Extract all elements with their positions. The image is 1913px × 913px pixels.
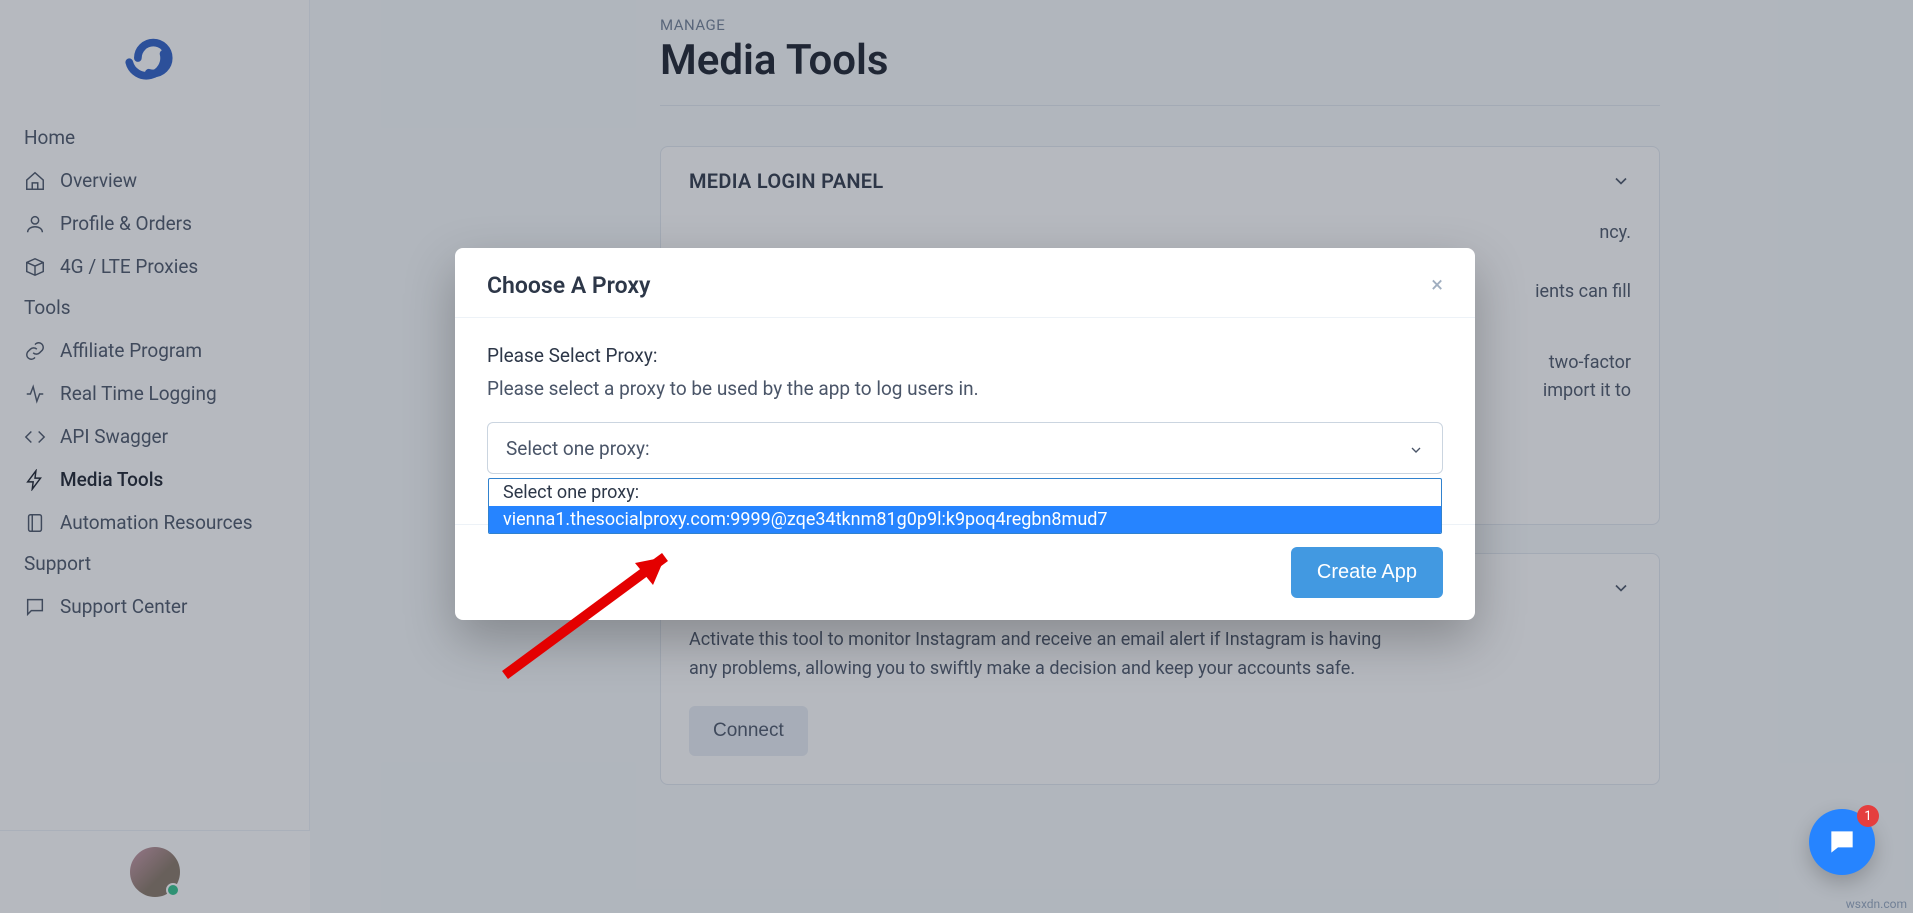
modal-footer: Create App (455, 524, 1475, 620)
chat-bubble-icon (1826, 826, 1858, 858)
choose-proxy-modal: Choose A Proxy × Please Select Proxy: Pl… (455, 248, 1475, 620)
create-app-button[interactable]: Create App (1291, 547, 1443, 598)
proxy-option-placeholder[interactable]: Select one proxy: (489, 479, 1441, 506)
modal-header: Choose A Proxy × (455, 248, 1475, 318)
proxy-dropdown: Select one proxy: vienna1.thesocialproxy… (488, 478, 1442, 534)
modal-title: Choose A Proxy (487, 272, 650, 299)
watermark: wsxdn.com (1846, 897, 1907, 911)
proxy-select-label: Please Select Proxy: (487, 344, 1443, 367)
proxy-option-1[interactable]: vienna1.thesocialproxy.com:9999@zqe34tkn… (489, 506, 1441, 533)
proxy-select-desc: Please select a proxy to be used by the … (487, 377, 1443, 400)
chat-fab[interactable]: 1 (1809, 809, 1875, 875)
proxy-select-value: Select one proxy: (506, 437, 650, 460)
chat-badge: 1 (1857, 805, 1879, 827)
modal-body: Please Select Proxy: Please select a pro… (455, 318, 1475, 484)
close-icon[interactable]: × (1431, 275, 1443, 297)
chevron-down-icon (1408, 440, 1424, 456)
proxy-select[interactable]: Select one proxy: (487, 422, 1443, 474)
